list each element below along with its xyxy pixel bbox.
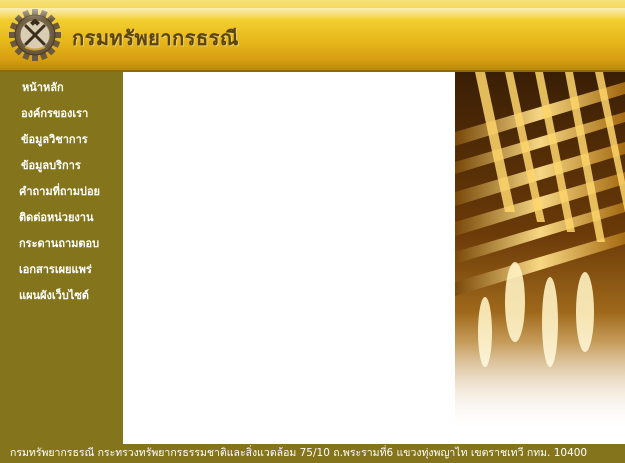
footer-address: กรมทรัพยากรธรณี กระทรวงทรัพยากรธรรมชาติแ… bbox=[0, 444, 625, 463]
sidebar-menu: หน้าหลัก องค์กรของเรา ข้อมูลวิชาการ ข้อม… bbox=[0, 72, 123, 314]
sidebar-item-publications[interactable]: เอกสารเผยแพร่ bbox=[0, 262, 123, 288]
sidebar-item-contact[interactable]: ติดต่อหน่วยงาน bbox=[0, 210, 123, 236]
site-header: กรมทรัพยากรธรณี bbox=[0, 0, 625, 72]
sidebar-item-our-organization[interactable]: องค์กรของเรา bbox=[0, 106, 123, 132]
sidebar-item-faq[interactable]: คำถามที่ถามบ่อย bbox=[0, 184, 123, 210]
gear-tools-emblem-icon[interactable] bbox=[8, 8, 62, 62]
sidebar-item-sitemap[interactable]: แผนผังเว็บไซต์ bbox=[0, 288, 123, 314]
sidebar-item-webboard[interactable]: กระดานถามตอบ bbox=[0, 236, 123, 262]
site-title: กรมทรัพยากรธรณี bbox=[72, 26, 239, 50]
sidebar-item-academic-info[interactable]: ข้อมูลวิชาการ bbox=[0, 132, 123, 158]
golden-steel-strips-image bbox=[455, 72, 625, 432]
sidebar-nav: หน้าหลัก องค์กรของเรา ข้อมูลวิชาการ ข้อม… bbox=[0, 72, 123, 444]
sidebar-item-service-info[interactable]: ข้อมูลบริการ bbox=[0, 158, 123, 184]
sidebar-item-home[interactable]: หน้าหลัก bbox=[0, 80, 123, 106]
